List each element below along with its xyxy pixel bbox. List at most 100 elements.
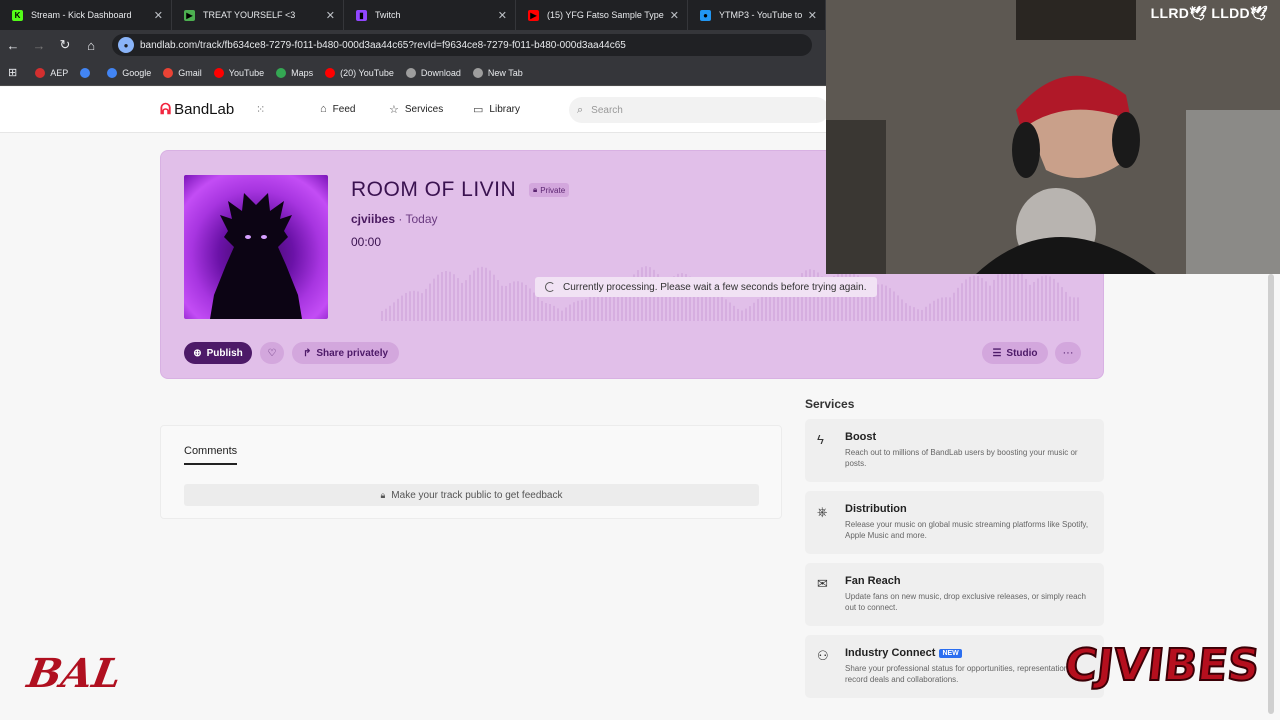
close-tab-icon[interactable]: ✕ bbox=[326, 9, 335, 22]
browser-tab[interactable]: ▶ (15) YFG Fatso Sample Type Be ✕ bbox=[516, 0, 688, 30]
service-title: Boost bbox=[845, 431, 877, 443]
like-button[interactable]: ♡ bbox=[260, 342, 284, 364]
tab-comments[interactable]: Comments bbox=[184, 445, 238, 465]
tab-label: (15) YFG Fatso Sample Type Be bbox=[547, 10, 664, 20]
artist-link[interactable]: cjviibes bbox=[351, 212, 395, 226]
play-icon: ▶ bbox=[184, 9, 195, 21]
twitch-icon: ▮ bbox=[356, 9, 367, 21]
service-title: Industry Connect NEW bbox=[845, 647, 962, 659]
envelope-icon: ✉ bbox=[817, 576, 828, 591]
lock-icon: 🔒︎ bbox=[380, 489, 386, 500]
bookmark-favicon-icon bbox=[405, 67, 416, 78]
track-cover-art[interactable] bbox=[184, 175, 328, 319]
sliders-icon: ☰ bbox=[992, 347, 1002, 359]
service-description: Update fans on new music, drop exclusive… bbox=[845, 592, 1086, 612]
bookmark-item[interactable]: Gmail bbox=[163, 67, 202, 78]
bookmark-favicon-icon bbox=[276, 67, 287, 78]
heart-icon: ♡ bbox=[267, 347, 277, 359]
site-info-icon[interactable]: ● bbox=[118, 37, 134, 53]
lock-icon: 🔒︎ bbox=[533, 185, 538, 194]
bookmark-favicon-icon bbox=[325, 67, 336, 78]
bookmark-item[interactable]: (20) YouTube bbox=[325, 67, 394, 78]
share-privately-button[interactable]: ↱ Share privately bbox=[292, 342, 399, 364]
service-title: Distribution bbox=[845, 503, 907, 515]
bookmark-item[interactable]: AEP bbox=[35, 67, 68, 78]
tab-label: YTMP3 - YouTube to MP3 Co bbox=[719, 10, 802, 20]
browser-tab[interactable]: ▮ Twitch ✕ bbox=[344, 0, 516, 30]
service-description: Release your music on global music strea… bbox=[845, 520, 1089, 540]
service-card[interactable]: ϟ Boost Reach out to millions of BandLab u… bbox=[805, 419, 1104, 482]
kick-icon: K bbox=[12, 9, 23, 21]
spinner-icon bbox=[545, 282, 555, 292]
bookmark-favicon-icon bbox=[80, 67, 91, 78]
page-scrollbar[interactable] bbox=[1268, 274, 1274, 714]
bandlab-logo-icon: ᕱ bbox=[160, 101, 172, 118]
bookmark-favicon-icon bbox=[472, 67, 483, 78]
bookmark-item[interactable]: Google bbox=[107, 67, 151, 78]
service-title: Fan Reach bbox=[845, 575, 901, 587]
people-icon: ⚇ bbox=[817, 648, 829, 663]
bookmark-favicon-icon bbox=[107, 67, 118, 78]
bookmark-item[interactable]: New Tab bbox=[472, 67, 523, 78]
nav-library[interactable]: ▭ Library bbox=[473, 103, 520, 116]
bookmark-favicon-icon bbox=[35, 67, 46, 78]
reload-button[interactable]: ↻ bbox=[52, 32, 78, 58]
service-card[interactable]: ⎈ Distribution Release your music on globa… bbox=[805, 491, 1104, 554]
browser-tab[interactable]: ▶ TREAT YOURSELF <3 ✕ bbox=[172, 0, 344, 30]
apps-grid-icon[interactable]: ⁙ bbox=[256, 103, 270, 117]
cjvibes-logo: CJVIBES bbox=[1066, 639, 1263, 692]
bookmark-item[interactable]: Download bbox=[405, 67, 461, 78]
bookmark-item[interactable]: YouTube bbox=[213, 67, 264, 78]
artist-line: cjviibes · Today bbox=[351, 212, 438, 226]
bookmark-item[interactable] bbox=[80, 67, 95, 78]
bookmark-favicon-icon bbox=[213, 67, 224, 78]
browser-tab[interactable]: K Stream - Kick Dashboard ✕ bbox=[0, 0, 172, 30]
library-icon: ▭ bbox=[473, 104, 484, 116]
cam-tag: LLRD🕊 LLDD🕊 bbox=[1150, 5, 1268, 21]
close-tab-icon[interactable]: ✕ bbox=[808, 9, 817, 22]
ytmp3-icon: ● bbox=[700, 9, 711, 21]
new-badge: NEW bbox=[939, 649, 962, 658]
service-description: Share your professional status for oppor… bbox=[845, 664, 1071, 684]
close-tab-icon[interactable]: ✕ bbox=[154, 9, 163, 22]
more-options-button[interactable]: ··· bbox=[1055, 342, 1081, 364]
processing-notice: Currently processing. Please wait a few … bbox=[535, 277, 877, 297]
bandlab-logo[interactable]: ᕱ BandLab bbox=[160, 101, 234, 118]
url-text: bandlab.com/track/fb634ce8-7279-f011-b48… bbox=[140, 39, 626, 51]
service-card[interactable]: ⚇ Industry Connect NEW Share your professio… bbox=[805, 635, 1104, 698]
nav-feed[interactable]: ⌂ Feed bbox=[320, 103, 355, 115]
share-icon: ↱ bbox=[302, 347, 312, 359]
apps-icon[interactable]: ⊞ bbox=[8, 66, 17, 79]
bookmark-item[interactable]: Maps bbox=[276, 67, 313, 78]
back-button[interactable]: ← bbox=[0, 32, 26, 58]
feedback-notice: 🔒︎ Make your track public to get feedbac… bbox=[184, 484, 759, 506]
track-time: 00:00 bbox=[351, 235, 382, 249]
service-description: Reach out to millions of BandLab users b… bbox=[845, 448, 1078, 468]
comments-panel: Comments 🔒︎ Make your track public to ge… bbox=[160, 425, 782, 519]
youtube-icon: ▶ bbox=[528, 9, 539, 21]
distribution-icon: ⎈ bbox=[817, 504, 828, 519]
forward-button[interactable]: → bbox=[26, 32, 52, 58]
webcam-overlay: LLRD🕊 LLDD🕊 bbox=[826, 0, 1280, 274]
home-icon: ⌂ bbox=[320, 103, 327, 115]
publish-button[interactable]: ⊕ Publish bbox=[184, 342, 252, 364]
search-icon: ⌕ bbox=[577, 103, 584, 116]
close-tab-icon[interactable]: ✕ bbox=[498, 9, 507, 22]
tab-label: Stream - Kick Dashboard bbox=[31, 10, 132, 20]
home-button[interactable]: ⌂ bbox=[78, 32, 104, 58]
screen: K Stream - Kick Dashboard ✕ ▶ TREAT YOURSELF… bbox=[0, 0, 1280, 720]
address-bar[interactable]: ● bandlab.com/track/fb634ce8-7279-f011-b… bbox=[112, 34, 812, 56]
webcam-feed bbox=[826, 0, 1280, 274]
private-badge: 🔒︎ Private bbox=[529, 183, 570, 197]
close-tab-icon[interactable]: ✕ bbox=[670, 9, 679, 22]
tab-label: Twitch bbox=[375, 10, 401, 20]
service-card[interactable]: ✉ Fan Reach Update fans on new music, drop… bbox=[805, 563, 1104, 626]
browser-tab[interactable]: ● YTMP3 - YouTube to MP3 Co ✕ bbox=[688, 0, 826, 30]
svg-text:CJVIBES: CJVIBES bbox=[1066, 640, 1262, 691]
search-input[interactable]: ⌕ Search bbox=[569, 97, 829, 123]
bal-watermark: BAL bbox=[23, 650, 126, 697]
track-date: Today bbox=[405, 212, 438, 226]
studio-button[interactable]: ☰ Studio bbox=[982, 342, 1048, 364]
bookmark-favicon-icon bbox=[163, 67, 174, 78]
nav-services[interactable]: ☆ Services bbox=[389, 103, 443, 116]
